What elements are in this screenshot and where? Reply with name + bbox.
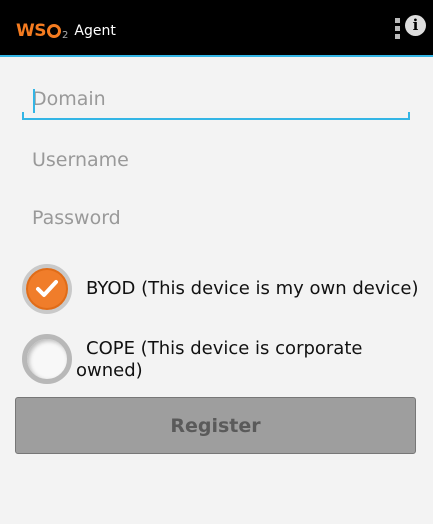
logo-ws-text: WS	[16, 21, 47, 41]
wso2-logo: WS 2 Agent	[16, 17, 116, 41]
info-icon[interactable]: i	[405, 15, 426, 36]
action-bar: WS 2 Agent i	[0, 0, 433, 57]
byod-option[interactable]: BYOD (This device is my own device)	[22, 264, 419, 314]
byod-radio[interactable]	[22, 264, 72, 314]
domain-input[interactable]	[22, 80, 410, 120]
password-input[interactable]	[22, 198, 410, 238]
username-input[interactable]	[22, 140, 410, 180]
cope-option[interactable]: COPE (This device is corporate owned)	[22, 334, 366, 384]
checkmark-icon	[36, 280, 58, 297]
focus-underline-right-tick	[408, 112, 410, 119]
logo-subscript: 2	[62, 30, 69, 41]
app-title: Agent	[74, 23, 116, 39]
cope-radio[interactable]	[22, 334, 72, 384]
byod-label: BYOD (This device is my own device)	[86, 278, 419, 299]
register-button[interactable]: Register	[15, 397, 416, 454]
cope-label: COPE (This device is corporate owned)	[76, 338, 363, 381]
focus-underline-left-tick	[22, 112, 24, 119]
text-cursor	[33, 89, 35, 113]
logo-o-mark	[47, 24, 61, 38]
overflow-menu-icon[interactable]	[395, 18, 401, 42]
